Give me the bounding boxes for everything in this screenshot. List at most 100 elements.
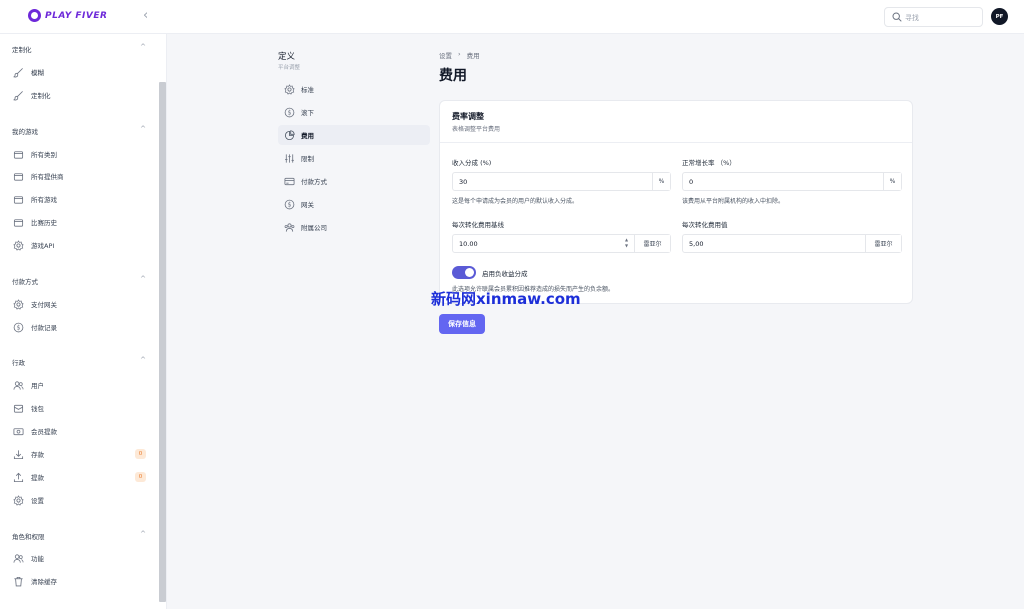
svg-text:$: $: [287, 201, 291, 208]
sidebar-item-blur[interactable]: 模糊: [12, 64, 146, 80]
subnav-item-fees[interactable]: 费用: [278, 125, 430, 145]
revenue-share-input[interactable]: [459, 176, 639, 188]
app-logo[interactable]: PLAY FIVER: [28, 9, 107, 22]
chevron-up-icon: ^: [140, 125, 146, 133]
subnav-item-payment-methods[interactable]: 付款方式: [278, 171, 430, 191]
logo-mark-icon: [28, 9, 41, 22]
subnav-item-gateway[interactable]: $ 网关: [278, 194, 430, 214]
revenue-share-label: 收入分成 (%): [452, 159, 492, 167]
pie-chart-icon: [283, 129, 295, 141]
section-title: 行政: [12, 359, 25, 367]
chevron-up-icon: ^: [140, 43, 146, 51]
sidebar-section-customization[interactable]: 定制化 ^: [12, 43, 146, 56]
cpa-baseline-field[interactable]: ▲▼ 雷亚尔: [452, 234, 671, 253]
users-icon: [12, 552, 24, 564]
sidebar-section-admin[interactable]: 行政 ^: [12, 356, 146, 369]
growth-rate-label: 正常增长率 （%）: [682, 159, 736, 167]
dollar-icon: $: [12, 321, 24, 333]
sidebar-item-label: 所有提供商: [31, 173, 64, 181]
cpa-baseline-input[interactable]: [459, 238, 609, 250]
breadcrumb-current: 费用: [466, 52, 480, 60]
sidebar-item-functions[interactable]: 功能: [12, 550, 146, 566]
subnav-item-label: 限制: [301, 155, 314, 163]
subnav-item-limits[interactable]: 限制: [278, 148, 430, 168]
search-box[interactable]: [884, 7, 983, 27]
breadcrumb-separator-icon: ›: [458, 50, 461, 58]
sidebar-item-label: 游戏API: [31, 242, 55, 250]
negative-revshare-toggle[interactable]: [452, 266, 476, 279]
withdrawals-count-badge: 0: [135, 472, 146, 482]
growth-rate-field[interactable]: %: [682, 172, 902, 191]
cash-icon: [12, 425, 24, 437]
revenue-share-help: 这是每个申请成为会员的用户的默认收入分成。: [452, 198, 579, 205]
sidebar-item-label: 存款: [31, 451, 44, 459]
folder-icon: [12, 216, 24, 228]
fee-adjustment-card: 费率调整 表格调整平台费用 收入分成 (%) % 这是每个申请成为会员的用户的默…: [439, 100, 913, 304]
subnav-item-standard[interactable]: 标准: [278, 79, 430, 99]
cpa-value-label: 每次转化费用值: [682, 221, 728, 229]
section-title: 我的游戏: [12, 128, 38, 136]
sidebar-item-customization[interactable]: 定制化: [12, 87, 146, 103]
sidebar-item-label: 比赛历史: [31, 219, 57, 227]
collapse-sidebar-icon[interactable]: ‹: [143, 9, 155, 23]
sidebar-item-label: 所有游戏: [31, 196, 57, 204]
save-button[interactable]: 保存信息: [439, 314, 485, 334]
avatar[interactable]: PF: [991, 8, 1008, 25]
trash-icon: [12, 575, 24, 587]
folder-icon: [12, 193, 24, 205]
subnav-item-rollover[interactable]: $ 滚下: [278, 102, 430, 122]
search-input[interactable]: [905, 10, 979, 25]
sidebar-item-game-api[interactable]: 游戏API: [12, 237, 146, 253]
revenue-share-field[interactable]: %: [452, 172, 671, 191]
sidebar-item-settings[interactable]: 设置: [12, 492, 146, 508]
cpa-value-input[interactable]: [689, 238, 849, 250]
users-icon: [12, 379, 24, 391]
sidebar-item-withdrawals[interactable]: 提款 0: [12, 469, 146, 485]
sidebar-item-all-categories[interactable]: 所有类别: [12, 146, 146, 162]
gear-icon: [12, 494, 24, 506]
sidebar-item-all-providers[interactable]: 所有提供商: [12, 168, 146, 184]
breadcrumb: 设置 › 费用: [439, 50, 480, 60]
sidebar-scrollbar[interactable]: [159, 82, 166, 602]
cpa-baseline-label: 每次转化费用基线: [452, 221, 504, 229]
deposits-count-badge: 0: [135, 449, 146, 459]
sidebar-section-payment-methods[interactable]: 付款方式 ^: [12, 275, 146, 288]
sidebar-section-my-games[interactable]: 我的游戏 ^: [12, 125, 146, 138]
svg-text:$: $: [16, 324, 20, 331]
sidebar-item-label: 清除缓存: [31, 578, 57, 586]
breadcrumb-parent[interactable]: 设置: [439, 50, 452, 60]
sidebar-item-member-withdrawals[interactable]: 会员提款: [12, 423, 146, 439]
section-title: 定制化: [12, 46, 32, 54]
sidebar-item-wallet[interactable]: 钱包: [12, 400, 146, 416]
sidebar-item-label: 所有类别: [31, 151, 57, 159]
sidebar-item-match-history[interactable]: 比赛历史: [12, 214, 146, 230]
sidebar-item-clear-cache[interactable]: 清除缓存: [12, 573, 146, 589]
growth-rate-input[interactable]: [689, 176, 869, 188]
sidebar-item-label: 功能: [31, 555, 44, 563]
number-stepper-icon[interactable]: ▲ ▼: [623, 237, 630, 250]
subnav-item-label: 滚下: [301, 109, 314, 117]
top-bar: PLAY FIVER ‹ PF: [0, 0, 1024, 34]
sidebar-item-payment-records[interactable]: $ 付款记录: [12, 319, 146, 335]
toggle-knob: [465, 268, 474, 277]
sidebar-item-deposits[interactable]: 存款 0: [12, 446, 146, 462]
download-icon: [12, 448, 24, 460]
sidebar-item-payment-gateway[interactable]: 支付网关: [12, 296, 146, 312]
gear-icon: [12, 239, 24, 251]
brush-icon: [12, 66, 24, 78]
folder-icon: [12, 148, 24, 160]
sidebar-item-users[interactable]: 用户: [12, 377, 146, 393]
cpa-value-field[interactable]: 雷亚尔: [682, 234, 902, 253]
percent-suffix: %: [883, 173, 901, 190]
subnav-item-label: 费用: [301, 132, 314, 140]
page-title: 费用: [439, 68, 467, 84]
sidebar-item-label: 会员提款: [31, 428, 57, 436]
subnav-item-affiliates[interactable]: 附属公司: [278, 217, 430, 237]
dollar-icon: $: [283, 106, 295, 118]
users-icon: [283, 221, 295, 233]
percent-suffix: %: [652, 173, 670, 190]
sidebar-item-all-games[interactable]: 所有游戏: [12, 191, 146, 207]
subnav-item-label: 付款方式: [301, 178, 327, 186]
sidebar-section-roles[interactable]: 角色和权限 ^: [12, 530, 146, 543]
watermark-text: 新码网xinmaw.com: [431, 290, 581, 308]
